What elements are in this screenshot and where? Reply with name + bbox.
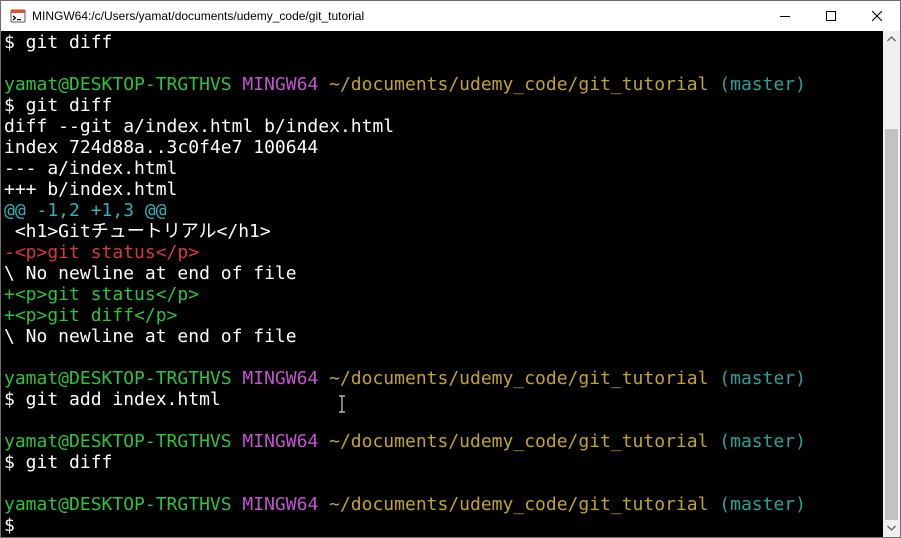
close-button[interactable] — [854, 1, 900, 31]
text-cursor-icon — [339, 395, 345, 413]
scroll-down-button[interactable] — [883, 520, 900, 537]
window-title: MINGW64:/c/Users/yamat/documents/udemy_c… — [32, 9, 365, 23]
terminal-text-segment: ~/documents/udemy_code/git_tutorial — [329, 431, 709, 452]
terminal-line: -<p>git status</p> — [4, 242, 199, 263]
terminal-line: <h1>Gitチュートリアル</h1> — [4, 221, 271, 242]
terminal-text-segment: ~/documents/udemy_code/git_tutorial — [329, 368, 709, 389]
terminal-text-segment: \ No newline at end of file — [4, 326, 297, 347]
terminal-text-segment: (master) — [719, 74, 806, 95]
terminal-line: \ No newline at end of file — [4, 263, 297, 284]
terminal-text-segment: $ git diff — [4, 452, 113, 473]
terminal-text-segment: MINGW64 — [242, 431, 319, 452]
terminal-text-segment: yamat@DESKTOP-TRGTHVS — [4, 74, 232, 95]
scrollbar-thumb[interactable] — [885, 129, 898, 520]
terminal-text-segment: (master) — [719, 431, 806, 452]
terminal-line: +<p>git diff</p> — [4, 305, 177, 326]
terminal-line: \ No newline at end of file — [4, 326, 297, 347]
terminal-text-segment: diff --git a/index.html b/index.html — [4, 116, 395, 137]
terminal-text-segment: \ No newline at end of file — [4, 263, 297, 284]
terminal-window: MINGW64:/c/Users/yamat/documents/udemy_c… — [0, 0, 901, 538]
minimize-button[interactable] — [762, 1, 808, 31]
terminal-text-segment: yamat@DESKTOP-TRGTHVS — [4, 494, 232, 515]
title-bar[interactable]: MINGW64:/c/Users/yamat/documents/udemy_c… — [1, 1, 900, 31]
terminal-text-segment: <h1>Gitチュートリアル</h1> — [4, 221, 271, 242]
minimize-icon — [780, 16, 790, 17]
terminal-text-segment: MINGW64 — [242, 74, 319, 95]
terminal-text-segment: +<p>git status</p> — [4, 284, 200, 305]
terminal-text-segment: @@ -1,2 +1,3 @@ — [4, 200, 167, 221]
terminal-text-segment: +<p>git diff</p> — [4, 305, 178, 326]
terminal-text-segment: MINGW64 — [242, 494, 319, 515]
maximize-button[interactable] — [808, 1, 854, 31]
terminal-text-segment: yamat@DESKTOP-TRGTHVS — [4, 368, 232, 389]
terminal-line: @@ -1,2 +1,3 @@ — [4, 200, 167, 221]
terminal-line: yamat@DESKTOP-TRGTHVS MINGW64 ~/document… — [4, 74, 806, 95]
close-icon — [872, 11, 882, 21]
terminal-text-segment: ~/documents/udemy_code/git_tutorial — [329, 494, 709, 515]
terminal-text-segment: +++ b/index.html — [4, 179, 178, 200]
vertical-scrollbar[interactable] — [883, 31, 900, 537]
terminal-text-segment: yamat@DESKTOP-TRGTHVS — [4, 431, 232, 452]
terminal-line: index 724d88a..3c0f4e7 100644 — [4, 137, 318, 158]
terminal-line: diff --git a/index.html b/index.html — [4, 116, 394, 137]
terminal-line: --- a/index.html — [4, 158, 177, 179]
terminal-text-segment: $ git diff — [4, 95, 113, 116]
terminal-text-segment: $ git diff — [4, 32, 113, 53]
terminal-text-segment: --- a/index.html — [4, 158, 178, 179]
terminal-text-segment: $ git add index.html — [4, 389, 221, 410]
terminal-line: +<p>git status</p> — [4, 284, 199, 305]
terminal-line: $ — [4, 515, 15, 536]
scroll-down-arrow-icon — [887, 525, 896, 531]
terminal-line: $ git diff — [4, 95, 112, 116]
terminal-line: +++ b/index.html — [4, 179, 177, 200]
git-bash-icon[interactable] — [10, 8, 26, 24]
terminal-line: $ git diff — [4, 32, 112, 53]
terminal-text-segment: (master) — [719, 368, 806, 389]
terminal-text-segment: ~/documents/udemy_code/git_tutorial — [329, 74, 709, 95]
terminal-text-segment: (master) — [719, 494, 806, 515]
scroll-up-arrow-icon — [887, 36, 896, 42]
terminal-line: yamat@DESKTOP-TRGTHVS MINGW64 ~/document… — [4, 368, 806, 389]
terminal-output[interactable]: $ git diff yamat@DESKTOP-TRGTHVS MINGW64 … — [1, 31, 883, 537]
terminal-text-segment: MINGW64 — [242, 368, 319, 389]
terminal-text-segment: -<p>git status</p> — [4, 242, 200, 263]
terminal-line: $ git diff — [4, 452, 112, 473]
terminal-line: $ git add index.html — [4, 389, 221, 410]
terminal-line: yamat@DESKTOP-TRGTHVS MINGW64 ~/document… — [4, 494, 806, 515]
scroll-up-button[interactable] — [883, 31, 900, 48]
terminal-text-segment: $ — [4, 515, 15, 536]
terminal-line: yamat@DESKTOP-TRGTHVS MINGW64 ~/document… — [4, 431, 806, 452]
terminal-text-segment: index 724d88a..3c0f4e7 100644 — [4, 137, 319, 158]
maximize-icon — [826, 11, 836, 21]
